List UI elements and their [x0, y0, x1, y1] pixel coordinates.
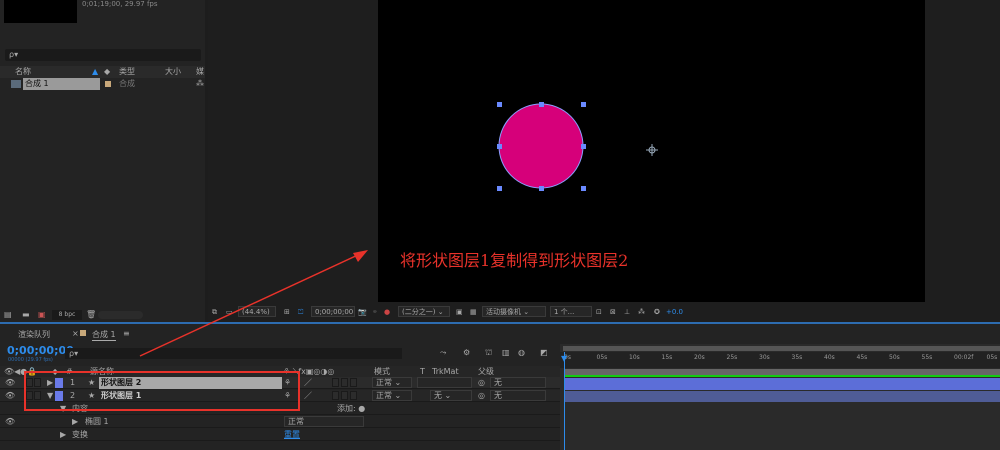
annotation-arrow [139, 250, 368, 357]
